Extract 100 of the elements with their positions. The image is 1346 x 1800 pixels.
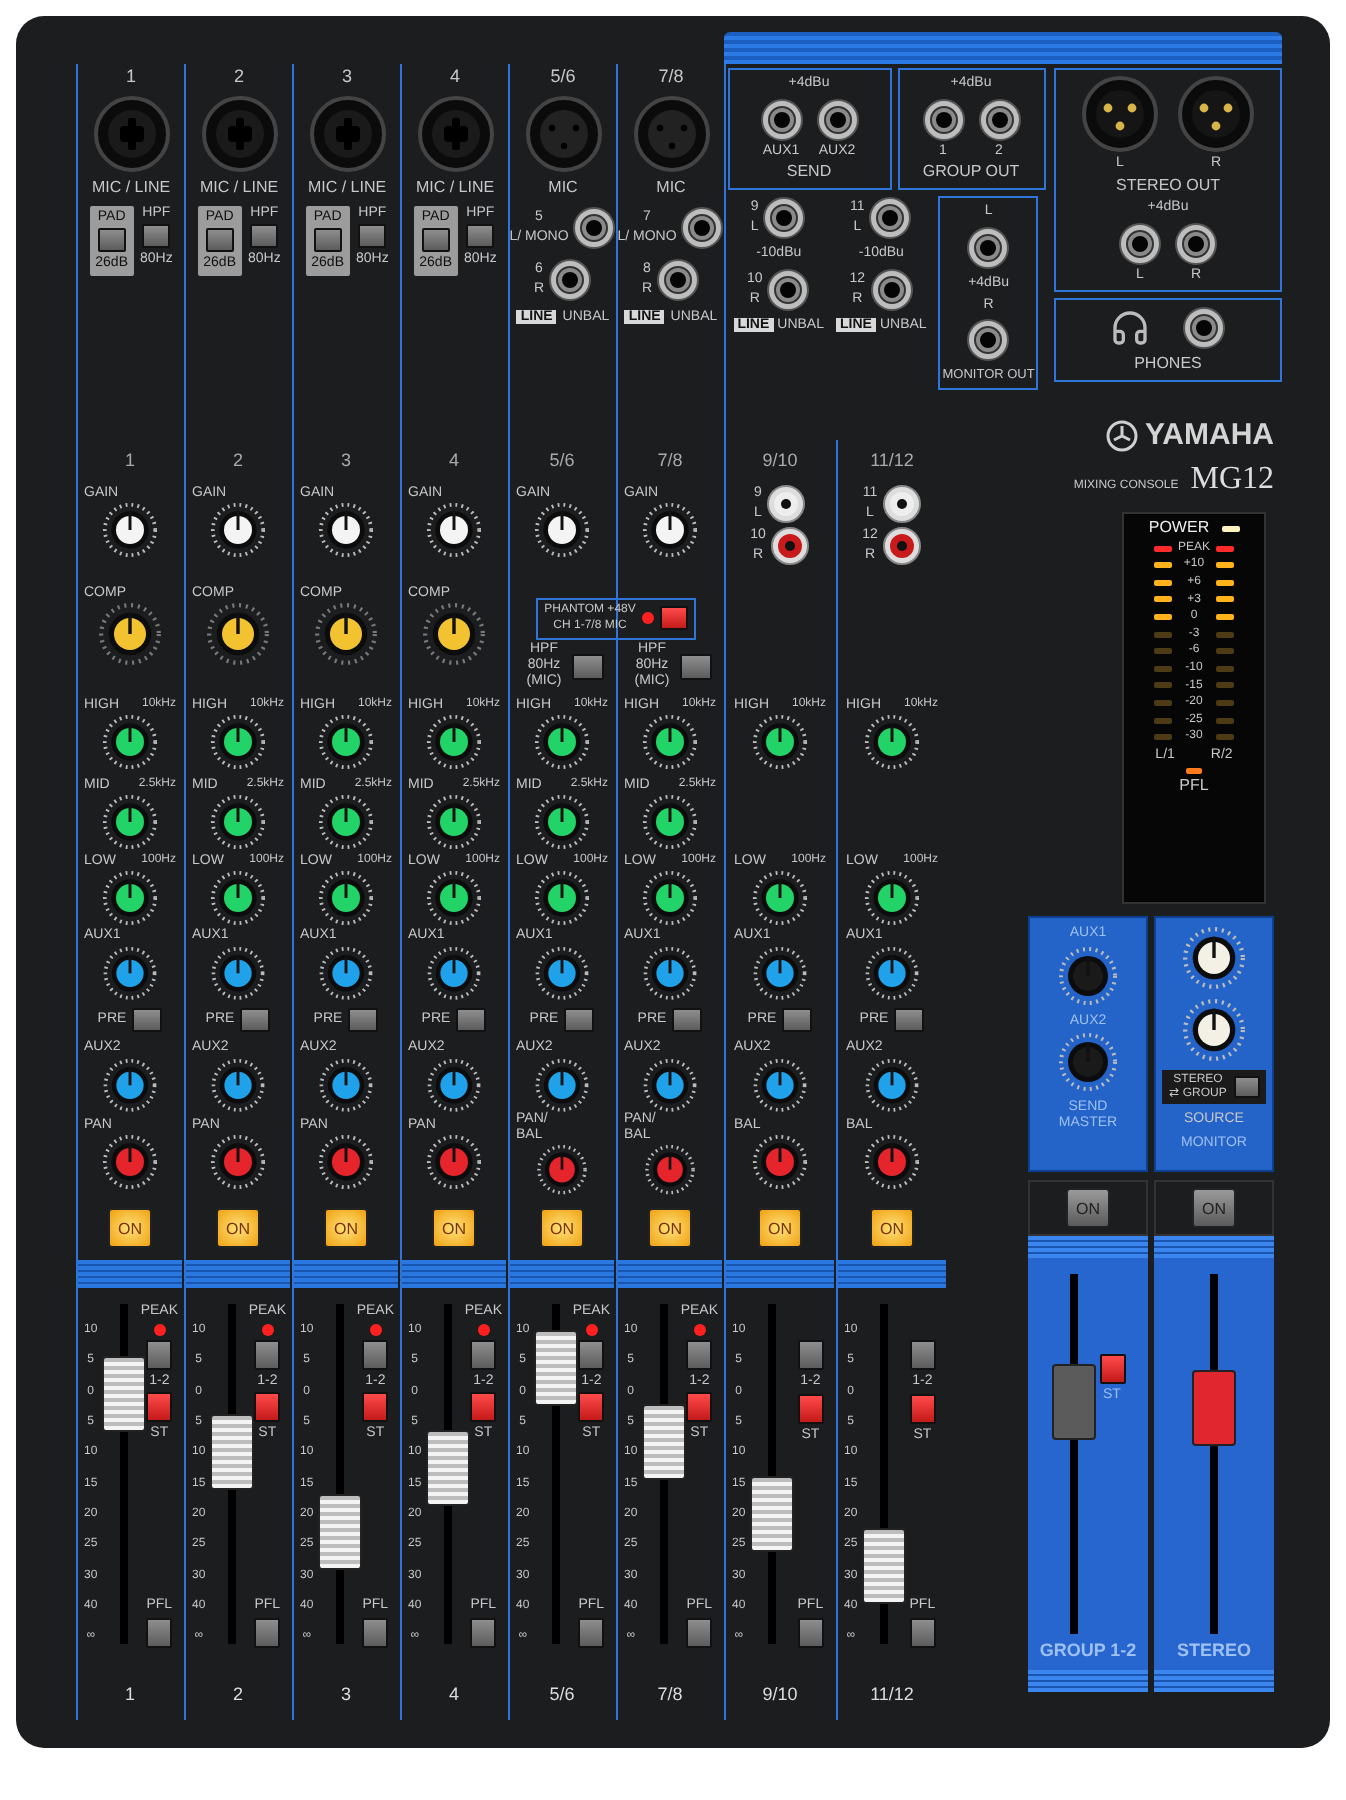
- knob[interactable]: [318, 870, 374, 927]
- rca-jack[interactable]: [881, 484, 922, 524]
- hpf-button[interactable]: [466, 224, 495, 249]
- knob[interactable]: [642, 945, 698, 1000]
- jack-socket[interactable]: [572, 205, 617, 250]
- knob[interactable]: [752, 1057, 808, 1112]
- knob[interactable]: [534, 794, 590, 851]
- knob[interactable]: [1182, 926, 1246, 990]
- pfl-button[interactable]: [254, 1618, 281, 1648]
- knob[interactable]: [426, 502, 482, 559]
- pad-button[interactable]: [313, 228, 342, 253]
- knob[interactable]: [102, 1057, 158, 1112]
- jack-socket[interactable]: [966, 225, 1011, 270]
- jack-socket[interactable]: [868, 196, 913, 241]
- knob[interactable]: [642, 1057, 698, 1112]
- knob[interactable]: [314, 602, 378, 667]
- knob[interactable]: [642, 502, 698, 559]
- fader-cap[interactable]: [749, 1475, 794, 1552]
- jack-socket[interactable]: [966, 318, 1011, 363]
- knob[interactable]: [534, 870, 590, 927]
- stereo-assign-button[interactable]: [470, 1392, 497, 1423]
- knob[interactable]: [102, 502, 158, 559]
- pre-button[interactable]: [894, 1008, 925, 1032]
- hpf-button[interactable]: [358, 224, 387, 249]
- stereo-assign-button[interactable]: [797, 1393, 824, 1424]
- stereo-assign-button[interactable]: [1099, 1354, 1125, 1385]
- assign-button[interactable]: [146, 1339, 173, 1370]
- knob[interactable]: [426, 1057, 482, 1112]
- assign-button[interactable]: [686, 1339, 713, 1370]
- pad-button[interactable]: [421, 228, 450, 253]
- pre-button[interactable]: [782, 1008, 813, 1032]
- on-button[interactable]: ON: [216, 1208, 260, 1248]
- rca-jack[interactable]: [881, 526, 922, 566]
- xlr-connector[interactable]: [1178, 76, 1254, 152]
- knob[interactable]: [864, 870, 920, 927]
- hpf-button[interactable]: [680, 653, 712, 679]
- knob[interactable]: [210, 1057, 266, 1112]
- hpf-button[interactable]: [572, 653, 604, 679]
- jack-socket[interactable]: [1174, 222, 1218, 267]
- fader-cap[interactable]: [533, 1330, 578, 1407]
- knob[interactable]: [318, 945, 374, 1000]
- knob[interactable]: [534, 1144, 590, 1196]
- knob[interactable]: [642, 794, 698, 851]
- pfl-button[interactable]: [470, 1618, 497, 1648]
- jack-socket[interactable]: [656, 257, 701, 302]
- stereo-assign-button[interactable]: [254, 1392, 281, 1423]
- knob[interactable]: [318, 1057, 374, 1112]
- knob[interactable]: [102, 1134, 158, 1191]
- knob[interactable]: [426, 1134, 482, 1191]
- knob[interactable]: [864, 1057, 920, 1112]
- knob[interactable]: [1058, 945, 1118, 1006]
- pfl-button[interactable]: [146, 1618, 173, 1648]
- fader-cap[interactable]: [317, 1494, 362, 1571]
- pfl-button[interactable]: [578, 1618, 605, 1648]
- knob[interactable]: [534, 714, 590, 771]
- knob[interactable]: [642, 1144, 698, 1196]
- jack-socket[interactable]: [869, 267, 914, 312]
- knob[interactable]: [210, 794, 266, 851]
- assign-button[interactable]: [578, 1339, 605, 1370]
- knob[interactable]: [752, 1134, 808, 1191]
- jack-socket[interactable]: [1118, 222, 1162, 267]
- knob[interactable]: [210, 714, 266, 771]
- knob[interactable]: [210, 870, 266, 927]
- hpf-button[interactable]: [142, 224, 171, 249]
- jack-socket[interactable]: [921, 97, 965, 142]
- knob[interactable]: [534, 502, 590, 559]
- knob[interactable]: [752, 714, 808, 771]
- on-button[interactable]: ON: [540, 1208, 584, 1248]
- knob[interactable]: [318, 714, 374, 771]
- knob[interactable]: [864, 945, 920, 1000]
- fader-cap[interactable]: [101, 1356, 146, 1433]
- stereo-assign-button[interactable]: [686, 1392, 713, 1423]
- knob[interactable]: [426, 714, 482, 771]
- knob[interactable]: [318, 1134, 374, 1191]
- assign-button[interactable]: [909, 1340, 936, 1370]
- jack-socket[interactable]: [815, 97, 859, 142]
- pfl-button[interactable]: [686, 1618, 713, 1648]
- on-button[interactable]: ON: [1192, 1188, 1236, 1228]
- knob[interactable]: [642, 714, 698, 771]
- pre-button[interactable]: [672, 1008, 703, 1032]
- on-button[interactable]: ON: [432, 1208, 476, 1248]
- knob[interactable]: [98, 602, 162, 667]
- on-button[interactable]: ON: [870, 1208, 914, 1248]
- pfl-button[interactable]: [797, 1618, 824, 1648]
- assign-button[interactable]: [362, 1339, 389, 1370]
- stereo-assign-button[interactable]: [909, 1393, 936, 1424]
- knob[interactable]: [318, 502, 374, 559]
- fader-cap[interactable]: [861, 1528, 906, 1605]
- knob[interactable]: [318, 794, 374, 851]
- jack-socket[interactable]: [977, 97, 1021, 142]
- knob[interactable]: [206, 602, 270, 667]
- knob[interactable]: [1182, 998, 1246, 1062]
- source-switch[interactable]: [1234, 1076, 1260, 1099]
- pre-button[interactable]: [456, 1008, 487, 1032]
- on-button[interactable]: ON: [648, 1208, 692, 1248]
- rca-jack[interactable]: [769, 526, 810, 566]
- jack-socket[interactable]: [762, 196, 807, 241]
- knob[interactable]: [102, 794, 158, 851]
- knob[interactable]: [210, 945, 266, 1000]
- jack-socket[interactable]: [680, 205, 725, 250]
